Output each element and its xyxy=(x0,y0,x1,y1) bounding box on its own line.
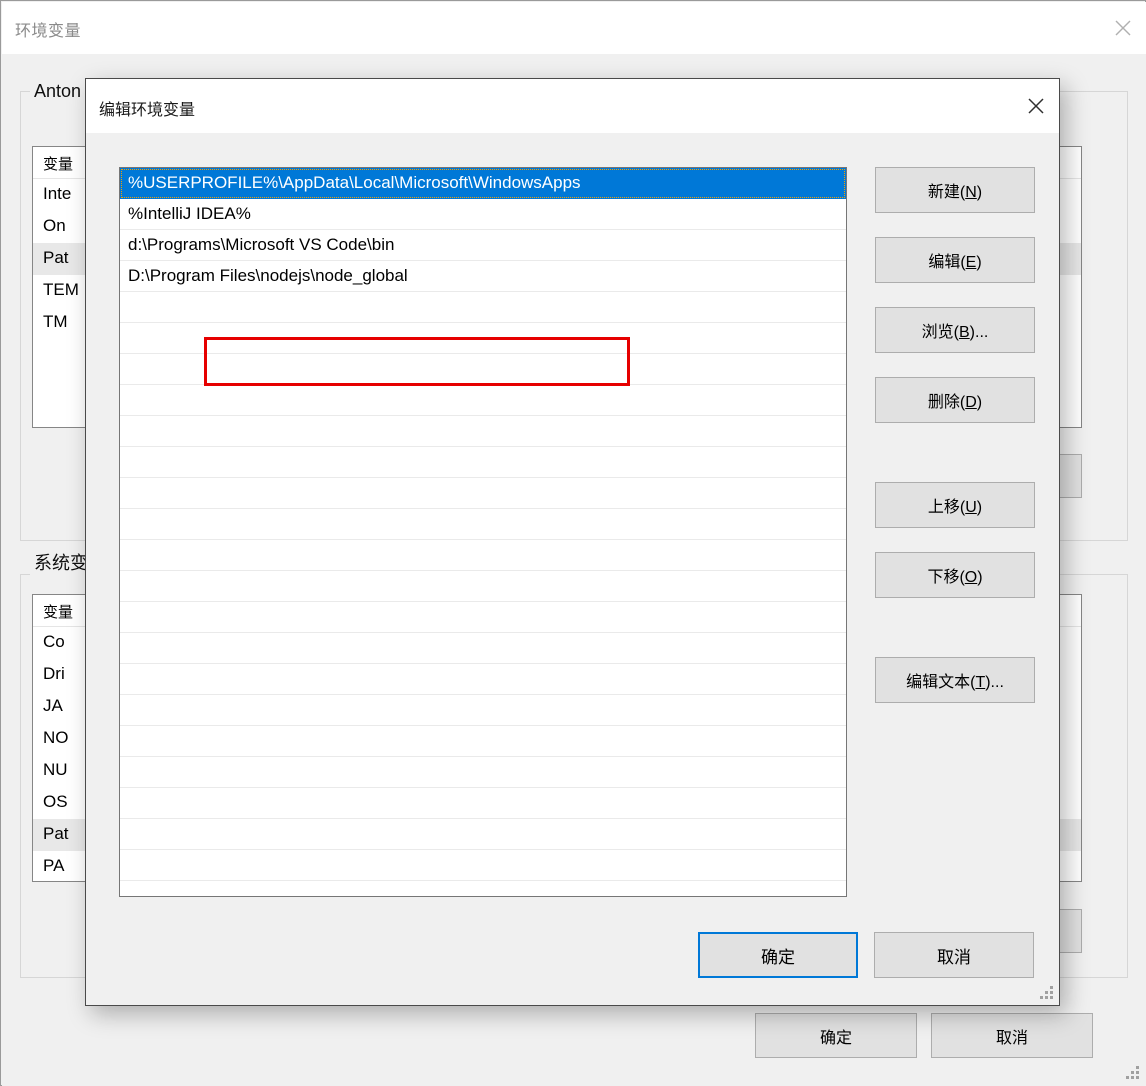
system-variables-row-label: PA xyxy=(43,856,65,875)
system-variables-row-label: JA xyxy=(43,696,63,715)
close-icon[interactable] xyxy=(1100,2,1146,54)
path-entry-row-empty[interactable] xyxy=(120,819,846,850)
modal-titlebar: 编辑环境变量 xyxy=(86,79,1059,133)
modal-title: 编辑环境变量 xyxy=(99,102,196,119)
system-variables-row-label: NU xyxy=(43,760,68,779)
modal-ok-button[interactable]: 确定 xyxy=(698,932,858,978)
system-variables-row-label: Pat xyxy=(43,824,69,843)
path-entries-listbox[interactable]: %USERPROFILE%\AppData\Local\Microsoft\Wi… xyxy=(119,167,847,897)
path-entry-row-empty[interactable] xyxy=(120,447,846,478)
modal-resize-grip[interactable] xyxy=(1040,986,1054,1000)
delete-button[interactable]: 删除(D) xyxy=(875,377,1035,423)
path-entry-row-empty[interactable] xyxy=(120,788,846,819)
delete-button-label: 删除(D) xyxy=(927,394,983,411)
user-variables-row-label: TM xyxy=(43,312,68,331)
path-entry-row[interactable]: d:\Programs\Microsoft VS Code\bin xyxy=(120,230,846,261)
move-up-button[interactable]: 上移(U) xyxy=(875,482,1035,528)
move-down-button-label: 下移(O) xyxy=(927,569,983,586)
path-entry-row-empty[interactable] xyxy=(120,757,846,788)
path-entry-row-empty[interactable] xyxy=(120,323,846,354)
user-variables-column-header-label: 变量 xyxy=(43,156,74,173)
edit-text-button[interactable]: 编辑文本(T)... xyxy=(875,657,1035,703)
system-variables-column-header-label: 变量 xyxy=(43,604,74,621)
move-up-button-label: 上移(U) xyxy=(927,499,983,516)
path-entry-row-empty[interactable] xyxy=(120,509,846,540)
path-entry-row[interactable]: %USERPROFILE%\AppData\Local\Microsoft\Wi… xyxy=(120,168,846,199)
system-variables-row-label: Co xyxy=(43,632,65,651)
modal-cancel-button[interactable]: 取消 xyxy=(874,932,1034,978)
edit-button-label: 编辑(E) xyxy=(928,254,982,271)
user-variables-group-label: Anton xyxy=(30,81,86,102)
path-entry-row-empty[interactable] xyxy=(120,602,846,633)
background-window-title: 环境变量 xyxy=(15,23,82,40)
path-entry-row-empty[interactable] xyxy=(120,881,846,896)
new-button-label: 新建(N) xyxy=(927,184,983,201)
system-variables-row-label: OS xyxy=(43,792,68,811)
new-button[interactable]: 新建(N) xyxy=(875,167,1035,213)
path-entry-row-empty[interactable] xyxy=(120,385,846,416)
system-variables-group-label: 系统变 xyxy=(30,549,92,575)
path-entry-row[interactable]: D:\Program Files\nodejs\node_global xyxy=(120,261,846,292)
user-variables-row-label: On xyxy=(43,216,66,235)
user-variables-row-label: TEM xyxy=(43,280,79,299)
path-entry-row-empty[interactable] xyxy=(120,416,846,447)
path-entry-row-empty[interactable] xyxy=(120,633,846,664)
edit-text-button-label: 编辑文本(T)... xyxy=(906,674,1004,691)
move-down-button[interactable]: 下移(O) xyxy=(875,552,1035,598)
path-entry-row-empty[interactable] xyxy=(120,540,846,571)
browse-button[interactable]: 浏览(B)... xyxy=(875,307,1035,353)
edit-environment-variable-dialog: 编辑环境变量 %USERPROFILE%\AppData\Local\Micro… xyxy=(85,78,1060,1006)
background-resize-grip[interactable] xyxy=(1126,1066,1140,1080)
path-entry-row[interactable]: %IntelliJ IDEA% xyxy=(120,199,846,230)
path-entry-row-empty[interactable] xyxy=(120,664,846,695)
background-ok-button[interactable]: 确定 xyxy=(755,1013,917,1058)
path-entry-row-empty[interactable] xyxy=(120,292,846,323)
browse-button-label: 浏览(B)... xyxy=(921,324,989,341)
close-icon[interactable] xyxy=(1013,79,1059,133)
user-variables-row-label: Inte xyxy=(43,184,72,203)
path-entry-row-empty[interactable] xyxy=(120,571,846,602)
path-entry-row-empty[interactable] xyxy=(120,726,846,757)
background-window-titlebar: 环境变量 xyxy=(2,2,1146,54)
path-entry-row-empty[interactable] xyxy=(120,478,846,509)
path-entry-row-empty[interactable] xyxy=(120,850,846,881)
path-entry-row-empty[interactable] xyxy=(120,695,846,726)
user-variables-row-label: Pat xyxy=(43,248,69,267)
path-entry-row-empty[interactable] xyxy=(120,354,846,385)
edit-button[interactable]: 编辑(E) xyxy=(875,237,1035,283)
system-variables-row-label: NO xyxy=(43,728,69,747)
background-cancel-button[interactable]: 取消 xyxy=(931,1013,1093,1058)
system-variables-row-label: Dri xyxy=(43,664,65,683)
